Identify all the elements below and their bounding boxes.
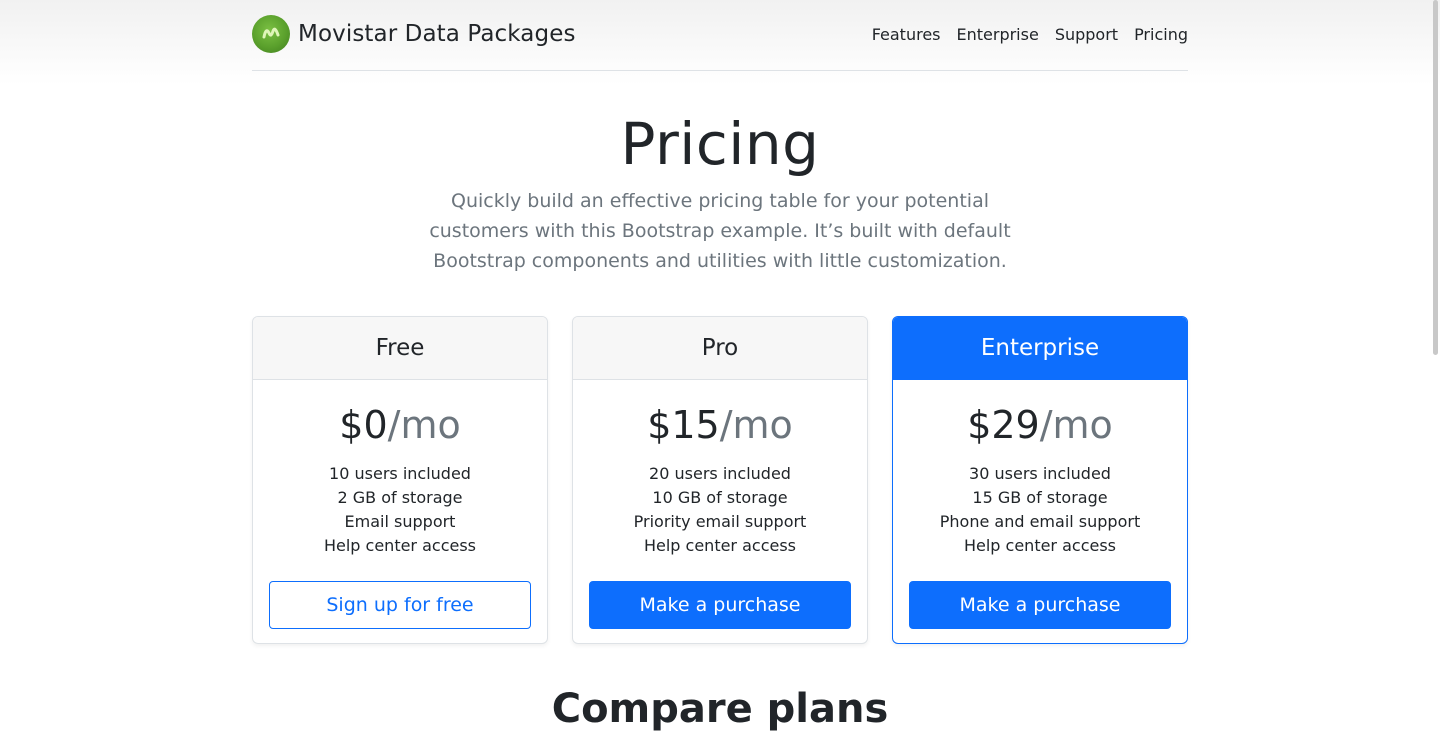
feature-item: Email support xyxy=(344,512,456,531)
page-scrollbar[interactable] xyxy=(1433,0,1438,355)
plan-name: Pro xyxy=(573,317,867,380)
plan-price: $0/mo xyxy=(339,403,461,447)
compare-plans-heading: Compare plans xyxy=(551,686,889,732)
feature-item: Help center access xyxy=(963,536,1117,555)
nav-pricing[interactable]: Pricing xyxy=(1134,25,1188,44)
feature-item: 2 GB of storage xyxy=(337,488,463,507)
movistar-logo-icon xyxy=(252,15,290,53)
plan-features: 10 users included 2 GB of storage Email … xyxy=(269,462,531,558)
pricing-cards: Free $0/mo 10 users included 2 GB of sto… xyxy=(252,316,1188,644)
plan-price: $15/mo xyxy=(647,403,793,447)
feature-item: 10 GB of storage xyxy=(652,488,788,507)
plan-name: Enterprise xyxy=(893,317,1187,380)
site-header: Movistar Data Packages Features Enterpri… xyxy=(252,0,1188,71)
hero-lead: Quickly build an effective pricing table… xyxy=(429,189,1011,272)
hero-section: Pricing Quickly build an effective prici… xyxy=(252,111,1188,276)
plan-features: 30 users included 15 GB of storage Phone… xyxy=(909,462,1171,558)
main-nav: Features Enterprise Support Pricing xyxy=(872,25,1188,44)
plan-price: $29/mo xyxy=(967,403,1113,447)
feature-item: Help center access xyxy=(643,536,797,555)
feature-item: 10 users included xyxy=(329,464,471,483)
feature-item: 20 users included xyxy=(649,464,791,483)
plan-card-pro: Pro $15/mo 20 users included 10 GB of st… xyxy=(572,316,868,644)
page-title: Pricing xyxy=(620,110,820,178)
brand-link[interactable]: Movistar Data Packages xyxy=(252,15,576,53)
sign-up-button[interactable]: Sign up for free xyxy=(269,581,531,629)
nav-features[interactable]: Features xyxy=(872,25,941,44)
plan-card-enterprise: Enterprise $29/mo 30 users included 15 G… xyxy=(892,316,1188,644)
brand-name: Movistar Data Packages xyxy=(298,21,576,47)
purchase-pro-button[interactable]: Make a purchase xyxy=(589,581,851,629)
plan-card-free: Free $0/mo 10 users included 2 GB of sto… xyxy=(252,316,548,644)
nav-support[interactable]: Support xyxy=(1055,25,1118,44)
page-container: Movistar Data Packages Features Enterpri… xyxy=(252,0,1188,732)
plan-features: 20 users included 10 GB of storage Prior… xyxy=(589,462,851,558)
feature-item: Phone and email support xyxy=(939,512,1141,531)
nav-enterprise[interactable]: Enterprise xyxy=(957,25,1039,44)
feature-item: 30 users included xyxy=(969,464,1111,483)
feature-item: Priority email support xyxy=(633,512,807,531)
feature-item: Help center access xyxy=(323,536,477,555)
plan-name: Free xyxy=(253,317,547,380)
feature-item: 15 GB of storage xyxy=(972,488,1108,507)
purchase-enterprise-button[interactable]: Make a purchase xyxy=(909,581,1171,629)
